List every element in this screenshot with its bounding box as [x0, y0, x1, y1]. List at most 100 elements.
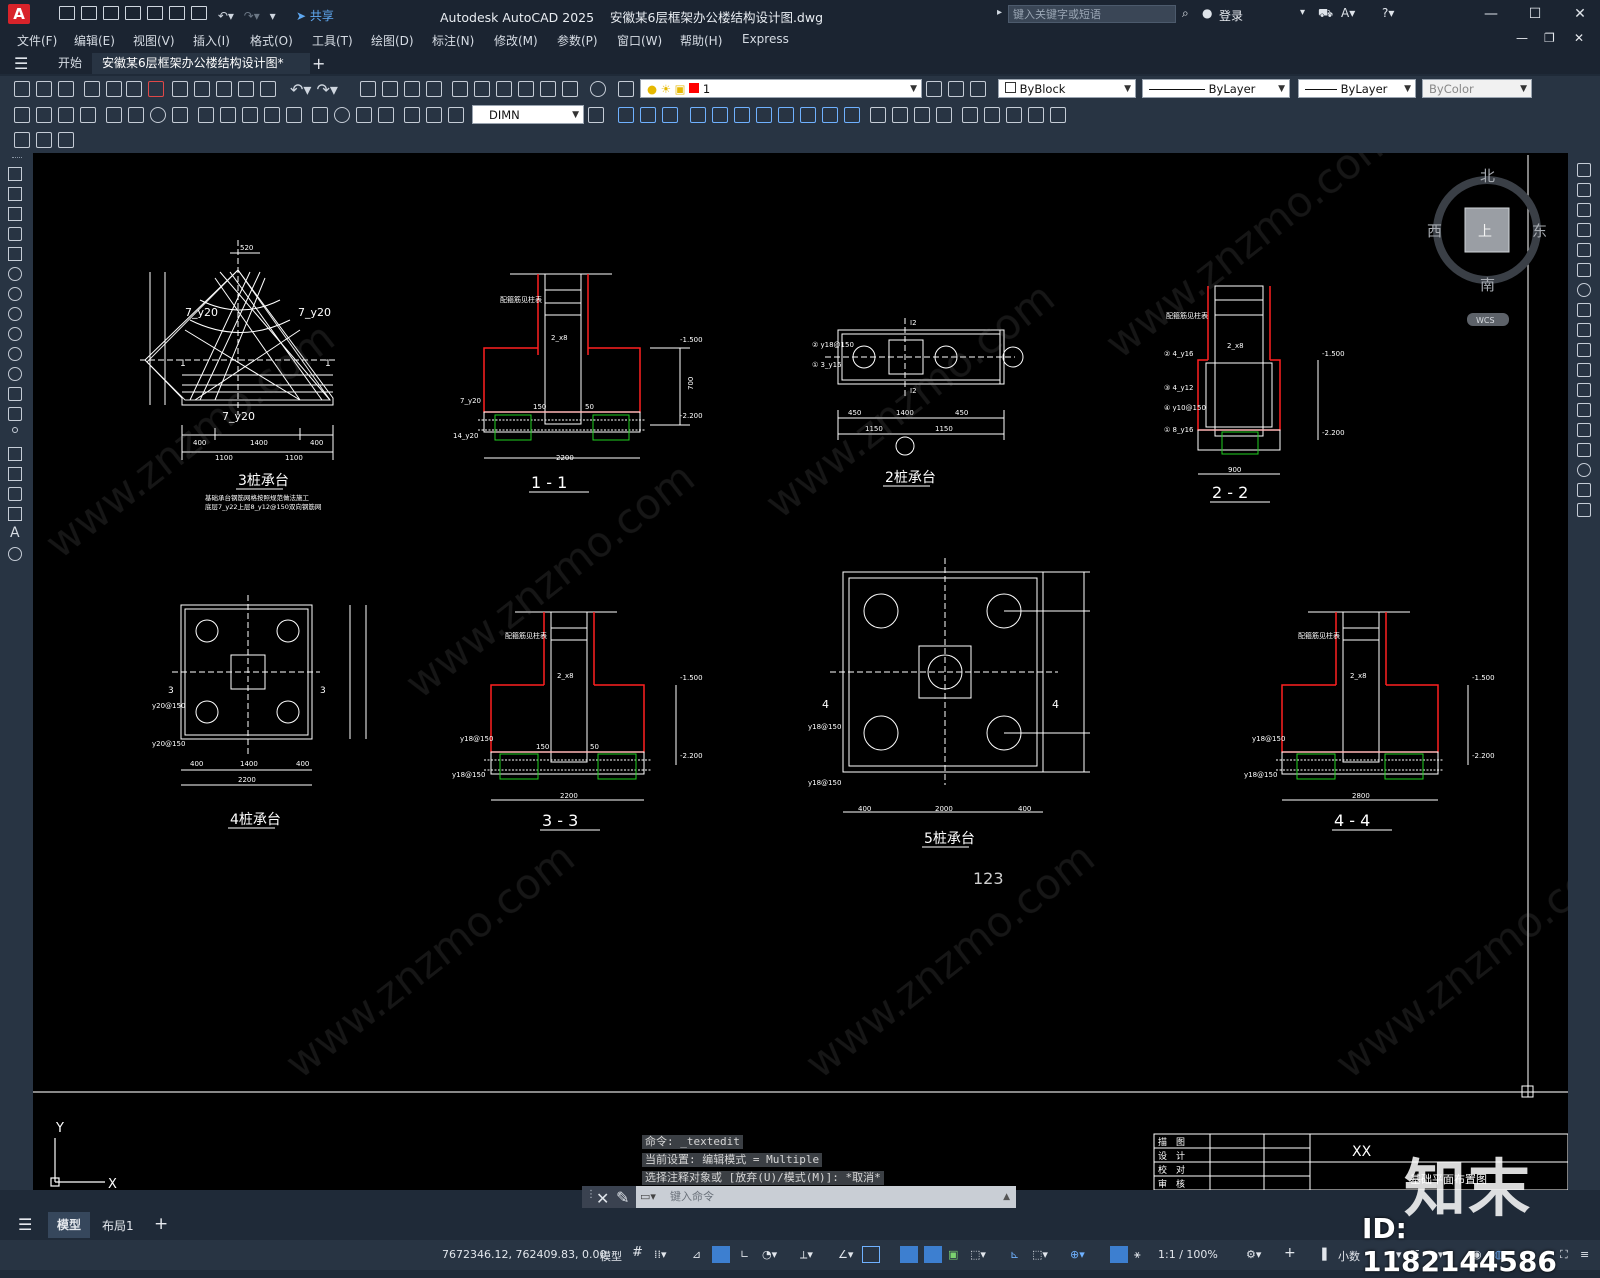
- line-icon[interactable]: [8, 167, 22, 181]
- attribute-icon[interactable]: [58, 132, 74, 148]
- move-icon[interactable]: [1577, 263, 1591, 277]
- plot-icon[interactable]: [84, 81, 100, 97]
- ellipse-icon[interactable]: [8, 347, 22, 361]
- view-se-iso-icon[interactable]: [1028, 107, 1044, 123]
- copy-icon[interactable]: [194, 81, 210, 97]
- baseline-dim-icon[interactable]: [220, 107, 236, 123]
- lineweight-icon[interactable]: [900, 1246, 918, 1263]
- stretch-icon[interactable]: [1577, 323, 1591, 337]
- menu-window[interactable]: 窗口(W): [617, 32, 662, 49]
- break-icon[interactable]: [1577, 403, 1591, 417]
- isodraft-icon[interactable]: ⟂▾: [800, 1248, 813, 1262]
- detail-section-3-3[interactable]: [484, 611, 677, 801]
- open-icon[interactable]: [36, 81, 52, 97]
- linear-dim-icon[interactable]: [14, 107, 30, 123]
- tab-start[interactable]: 开始: [48, 53, 92, 74]
- layer-state-icon[interactable]: [970, 81, 986, 97]
- center-mark-icon[interactable]: [334, 107, 350, 123]
- ucs-3point-icon[interactable]: [800, 107, 816, 123]
- menu-parametric[interactable]: 参数(P): [557, 32, 598, 49]
- open-web-icon[interactable]: [147, 6, 163, 20]
- view-right-icon[interactable]: [936, 107, 952, 123]
- menu-dimension[interactable]: 标注(N): [432, 32, 474, 49]
- qnew-icon[interactable]: [14, 81, 30, 97]
- layout-menu-icon[interactable]: ☰: [18, 1215, 32, 1234]
- zoom-realtime-icon[interactable]: [382, 81, 398, 97]
- detail-4-pile-cap[interactable]: [172, 595, 367, 786]
- explode-icon[interactable]: [1577, 503, 1591, 517]
- layer-previous-icon[interactable]: [948, 81, 964, 97]
- search-icon[interactable]: ⌕: [1182, 6, 1189, 21]
- redo-icon[interactable]: ↷▾: [244, 9, 260, 23]
- view-back-icon[interactable]: [984, 107, 1000, 123]
- dynamic-input-icon[interactable]: [712, 1246, 730, 1263]
- dynamic-ucs-icon[interactable]: ⊾: [1010, 1248, 1019, 1261]
- trim-icon[interactable]: [1577, 343, 1591, 357]
- multiline-text-icon[interactable]: A: [10, 525, 20, 541]
- detail-section-4-4[interactable]: [1276, 611, 1469, 801]
- join-icon[interactable]: [1577, 423, 1591, 437]
- break-at-point-icon[interactable]: [1577, 383, 1591, 397]
- inspection-icon[interactable]: [356, 107, 372, 123]
- table-icon[interactable]: [8, 507, 22, 521]
- hatch-icon[interactable]: [8, 447, 22, 461]
- undo-icon[interactable]: ↶▾: [218, 9, 234, 23]
- grid-icon[interactable]: #: [632, 1245, 643, 1260]
- chamfer-icon[interactable]: [1577, 443, 1591, 457]
- layer-properties-icon[interactable]: [618, 81, 634, 97]
- jogged-dim-icon[interactable]: [128, 107, 144, 123]
- annotation-monitor-icon[interactable]: +: [1284, 1245, 1296, 1261]
- zoom-window-icon[interactable]: [404, 81, 420, 97]
- pan-icon[interactable]: [360, 81, 376, 97]
- angular-dim-icon[interactable]: [172, 107, 188, 123]
- dim-edit-icon[interactable]: [404, 107, 420, 123]
- properties-icon[interactable]: [452, 81, 468, 97]
- cart-icon[interactable]: ⛟: [1318, 6, 1333, 22]
- diameter-dim-icon[interactable]: [150, 107, 166, 123]
- radius-dim-icon[interactable]: [106, 107, 122, 123]
- tool-palettes-icon[interactable]: [496, 81, 512, 97]
- snap-icon[interactable]: ⁞⁞▾: [654, 1248, 667, 1261]
- doc-restore-icon[interactable]: ❐: [1544, 31, 1555, 45]
- save-web-icon[interactable]: [169, 6, 185, 20]
- dimstyle-dropdown[interactable]: DIMN ▼: [472, 105, 584, 124]
- annotation-visibility-icon[interactable]: [1110, 1246, 1128, 1263]
- ellipse-arc-icon[interactable]: [8, 367, 22, 381]
- auto-scale-icon[interactable]: ⚹: [1134, 1248, 1141, 1262]
- dim-style-manager-icon[interactable]: [588, 107, 604, 123]
- publish-icon[interactable]: [126, 81, 142, 97]
- save-icon[interactable]: [103, 6, 119, 20]
- make-current-layer-icon[interactable]: [926, 81, 942, 97]
- revision-cloud-icon[interactable]: [8, 307, 22, 321]
- plotstyle-dropdown[interactable]: ByColor ▼: [1422, 79, 1532, 98]
- arc-length-icon[interactable]: [58, 107, 74, 123]
- selection-cycling-icon[interactable]: ▣: [948, 1248, 958, 1261]
- hamburger-menu-icon[interactable]: ☰: [14, 54, 28, 73]
- color-dropdown[interactable]: ByBlock ▼: [998, 79, 1136, 98]
- customize-qat-icon[interactable]: ▾: [270, 9, 276, 23]
- layer-dropdown[interactable]: ● ☀ ▣ 1 ▼: [640, 79, 922, 98]
- infer-constraints-icon[interactable]: ⊿: [692, 1248, 701, 1261]
- tab-document[interactable]: 安徽某6层框架办公楼结构设计图* ✕: [92, 53, 310, 91]
- menu-help[interactable]: 帮助(H): [680, 32, 722, 49]
- doc-minimize-icon[interactable]: —: [1516, 31, 1528, 45]
- cut-icon[interactable]: [172, 81, 188, 97]
- tab-model[interactable]: 模型: [48, 1212, 90, 1238]
- rectangle-icon[interactable]: [8, 247, 22, 261]
- save-as-icon[interactable]: [125, 6, 141, 20]
- doc-close-icon[interactable]: ✕: [1574, 31, 1584, 45]
- dim-break-icon[interactable]: [286, 107, 302, 123]
- ucs-world-icon[interactable]: [640, 107, 656, 123]
- calculator-icon[interactable]: [562, 81, 578, 97]
- ucs-face-icon[interactable]: [690, 107, 706, 123]
- units-icon[interactable]: ▐: [1318, 1248, 1326, 1261]
- match-properties-icon[interactable]: [238, 81, 254, 97]
- autocad-app-icon[interactable]: A: [8, 4, 30, 24]
- share-button[interactable]: ➤ 共享: [296, 7, 334, 24]
- menu-draw[interactable]: 绘图(D): [371, 32, 414, 49]
- maximize-icon[interactable]: ☐: [1520, 4, 1550, 24]
- block-create-icon[interactable]: [36, 132, 52, 148]
- ucs-origin-icon[interactable]: [756, 107, 772, 123]
- open-file-icon[interactable]: [81, 6, 97, 20]
- menu-modify[interactable]: 修改(M): [494, 32, 538, 49]
